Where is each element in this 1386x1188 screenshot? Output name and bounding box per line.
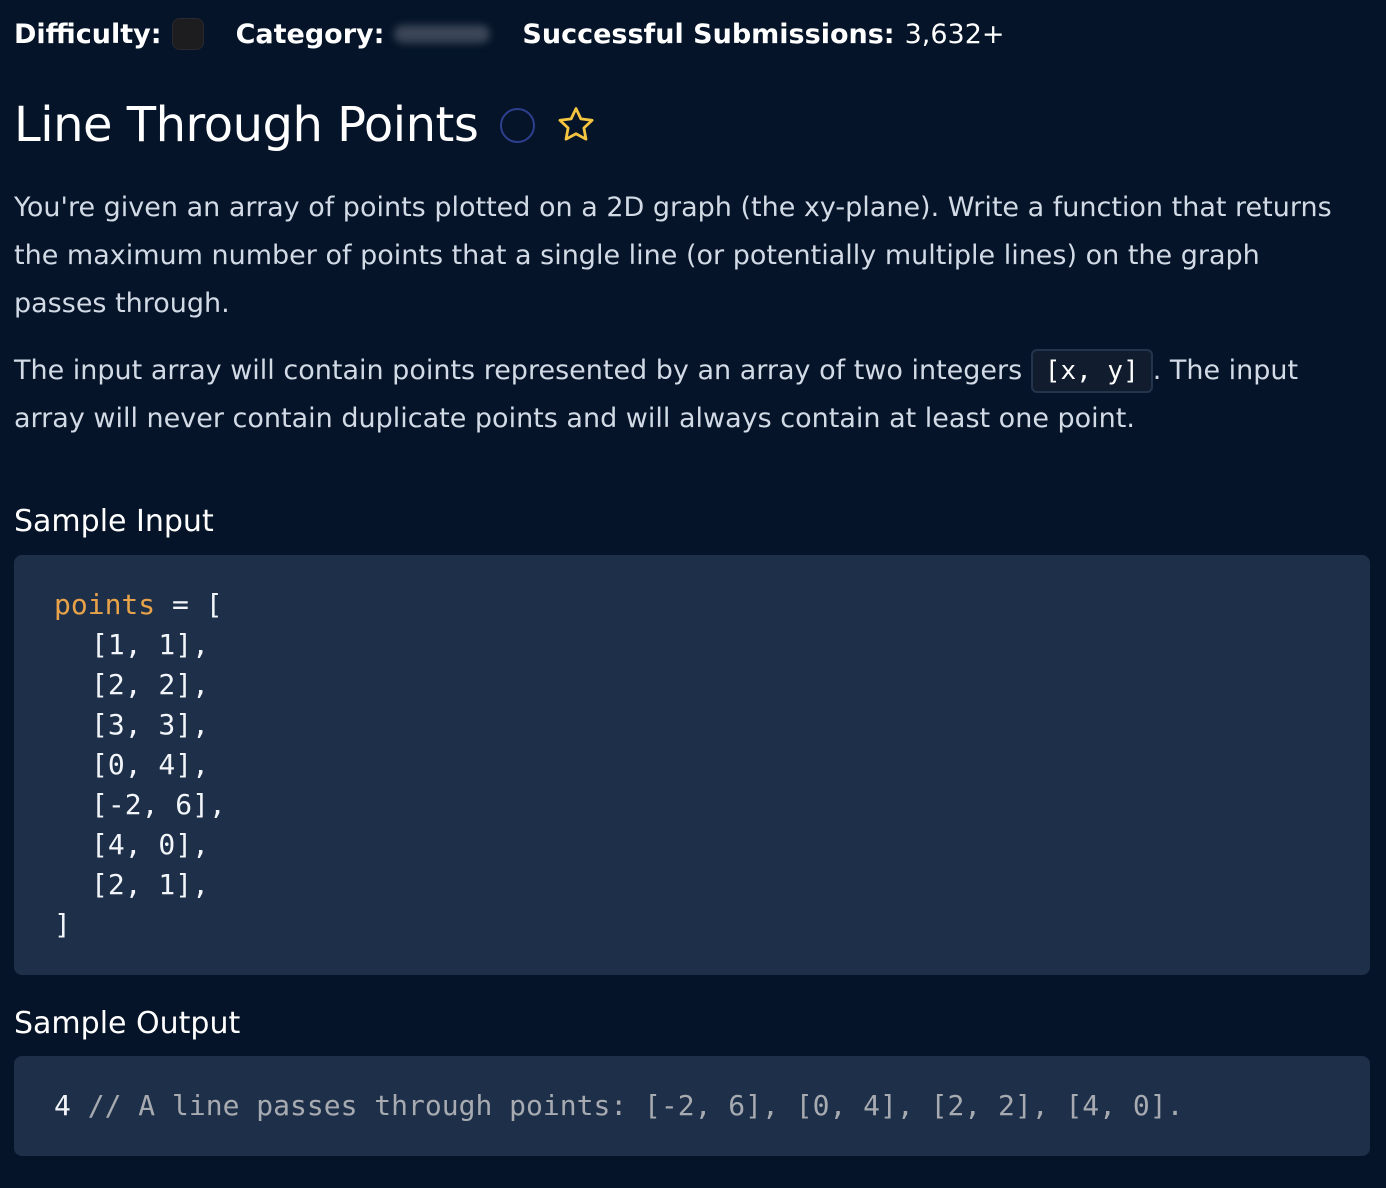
output-value: 4 [54,1089,71,1122]
code-line: [1, 1], [91,628,210,661]
sample-output-code-block: 4 // A line passes through points: [-2, … [14,1056,1370,1156]
category-value-hidden [394,25,491,43]
code-line: [3, 3], [91,708,210,741]
code-variable: points [54,588,156,621]
completion-status-circle-icon[interactable] [500,107,536,143]
inline-code: [x, y] [1030,349,1153,393]
code-line: [2, 2], [91,668,210,701]
submissions-count: 3,632+ [904,18,1005,50]
code-line: [-2, 6], [91,788,226,821]
description-paragraph-2: The input array will contain points repr… [14,347,1354,443]
description-text: The input array will contain points repr… [14,355,1031,386]
code-line: ] [54,908,71,941]
page-title: Line Through Points [14,97,479,153]
sample-input-code-block: points = [ [1, 1], [2, 2], [3, 3], [0, 4… [14,555,1370,975]
code-line: [2, 1], [91,868,210,901]
code-line: 4 // A line passes through points: [-2, … [54,1086,1330,1126]
submissions-label: Successful Submissions: [522,18,895,50]
favorite-star-icon[interactable] [555,104,597,146]
title-row: Line Through Points [14,92,597,158]
sample-input-heading: Sample Input [14,504,214,539]
code-comment: // A line passes through points: [-2, 6]… [70,1089,1184,1122]
sample-output-heading: Sample Output [14,1006,241,1041]
code-line: points = [ [54,585,1330,625]
code-line: [0, 4], [91,748,210,781]
difficulty-indicator [171,18,204,50]
category-label: Category: [235,18,385,50]
code-line: [4, 0], [91,828,210,861]
description-paragraph-1: You're given an array of points plotted … [14,192,1332,319]
code-assign: = [ [155,588,223,621]
difficulty-label: Difficulty: [14,18,162,50]
problem-meta-bar: Difficulty: Category: Successful Submiss… [14,14,1005,54]
